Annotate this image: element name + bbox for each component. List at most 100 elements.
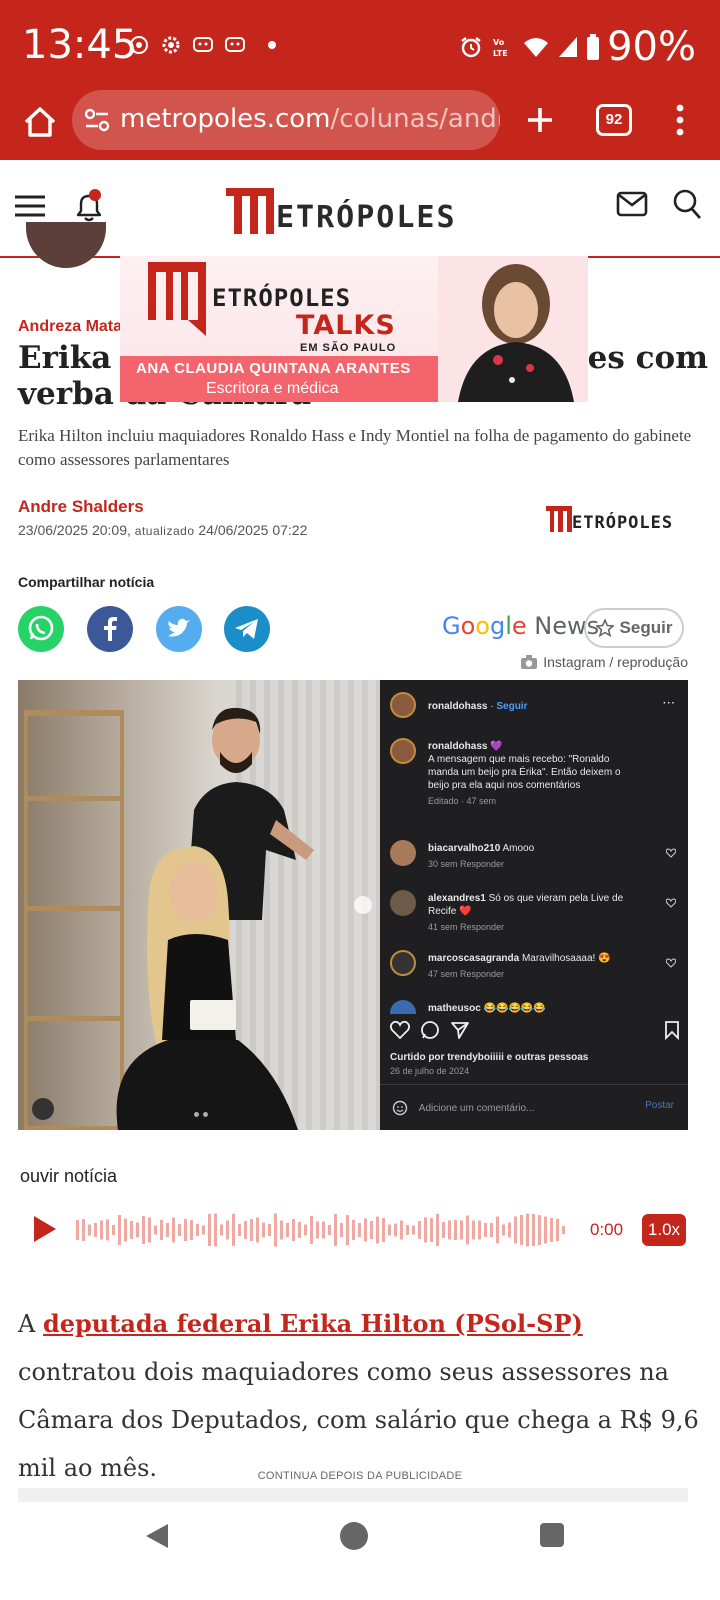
site-settings-icon[interactable] <box>84 108 110 132</box>
author-name[interactable]: Andre Shalders <box>18 497 144 517</box>
ig-more-icon: ··· <box>663 698 676 709</box>
waveform-bar <box>556 1219 559 1241</box>
ig-comment-meta: 47 sem Responder <box>428 969 505 979</box>
wifi-icon <box>524 38 549 57</box>
carousel-dots <box>194 1112 208 1117</box>
waveform-bar <box>118 1215 121 1245</box>
share-facebook-button[interactable] <box>87 606 133 652</box>
browser-menu-icon[interactable] <box>672 100 688 140</box>
twitter-icon <box>156 606 202 652</box>
ig-comment-avatar <box>390 1000 416 1014</box>
waveform-bar <box>424 1217 427 1243</box>
article-photo[interactable]: ronaldohass · Seguir ··· ronaldohass 💜 A… <box>18 680 688 1130</box>
waveform-bar <box>520 1215 523 1245</box>
mail-icon[interactable] <box>616 190 648 218</box>
back-icon[interactable] <box>144 1522 170 1550</box>
search-icon[interactable] <box>672 188 702 220</box>
playback-speed-button[interactable]: 1.0x <box>642 1214 686 1246</box>
carousel-next-icon[interactable] <box>354 896 372 914</box>
column-kicker[interactable]: Andreza Mata <box>18 318 122 336</box>
audio-waveform[interactable] <box>76 1212 572 1248</box>
waveform-bar <box>316 1221 319 1239</box>
ad-title: ETRÓPOLES <box>212 284 352 312</box>
updated-date: 24/06/2025 07:22 <box>198 522 308 538</box>
notifications-bell-icon[interactable] <box>72 188 106 224</box>
waveform-bar <box>310 1216 313 1244</box>
waveform-bar <box>274 1213 277 1247</box>
waveform-bar <box>334 1214 337 1246</box>
waveform-bar <box>412 1225 415 1235</box>
waveform-bar <box>340 1223 343 1237</box>
ig-caption-text: A mensagem que mais recebo: "Ronaldo man… <box>428 754 621 791</box>
heart-icon <box>666 848 676 858</box>
waveform-bar <box>262 1222 265 1238</box>
heart-icon <box>666 898 676 908</box>
ig-follow: Seguir <box>496 701 528 712</box>
body-link[interactable]: deputada federal Erika Hilton (PSol-SP) <box>43 1309 583 1338</box>
tab-switcher-button[interactable]: 92 <box>596 104 632 136</box>
share-whatsapp-button[interactable] <box>18 606 64 652</box>
tagged-person-icon[interactable] <box>32 1098 54 1120</box>
waveform-bar <box>202 1225 205 1235</box>
google-news-logo[interactable]: Google News <box>442 612 599 640</box>
address-bar[interactable]: metropoles.com/colunas/andreza <box>72 90 500 150</box>
ig-likes: Curtido por trendyboiiiii e outras pesso… <box>390 1052 680 1076</box>
play-icon[interactable] <box>32 1214 58 1244</box>
ad-banner[interactable]: ETRÓPOLES TALKS EM SÃO PAULO ANA CLAUDIA… <box>120 256 588 402</box>
shelf-board <box>28 796 120 801</box>
hamburger-menu-icon[interactable] <box>14 194 46 218</box>
ad-metropoles-logo-icon <box>148 262 206 336</box>
ig-liked-by: Curtido por trendyboiiiii e outras pesso… <box>390 1052 589 1063</box>
waveform-bar <box>382 1218 385 1242</box>
waveform-bar <box>196 1224 199 1236</box>
waveform-bar <box>454 1220 457 1240</box>
star-icon <box>595 619 614 637</box>
whatsapp-icon <box>18 606 64 652</box>
emoji-icon <box>392 1100 408 1116</box>
waveform-bar <box>466 1215 469 1245</box>
ig-comment-box: Adicione um comentário... <box>392 1100 682 1116</box>
audio-label: ouvir notícia <box>20 1166 118 1186</box>
follow-google-news-button[interactable]: Seguir <box>584 608 684 648</box>
waveform-bar <box>280 1220 283 1240</box>
metropoles-m-small-icon <box>546 506 572 532</box>
waveform-bar <box>94 1223 97 1237</box>
share-twitter-button[interactable] <box>156 606 202 652</box>
ig-comment-avatar <box>390 950 416 976</box>
new-tab-icon[interactable] <box>520 100 560 140</box>
home-icon[interactable] <box>20 102 60 142</box>
share-icon <box>451 1022 469 1039</box>
more-notifications-dot <box>268 41 276 49</box>
waveform-bar <box>496 1216 499 1244</box>
gn-g: G <box>442 612 461 640</box>
audio-time: 0:00 <box>590 1220 624 1239</box>
ig-avatar <box>390 738 416 764</box>
waveform-bar <box>238 1224 241 1236</box>
metropoles-logo[interactable]: ETRÓPOLES <box>226 184 457 234</box>
system-icons: Vo LTE 90% <box>459 24 696 70</box>
system-navigation-bar <box>0 1502 720 1600</box>
ig-divider <box>380 1084 688 1085</box>
signal-icon <box>559 37 578 57</box>
notification-icons <box>128 34 276 56</box>
comment-icon <box>421 1021 439 1039</box>
share-telegram-button[interactable] <box>224 606 270 652</box>
waveform-bar <box>442 1222 445 1238</box>
metropoles-m-logo-icon <box>226 188 274 234</box>
url-text: metropoles.com/colunas/andreza <box>120 104 500 134</box>
waveform-bar <box>418 1221 421 1239</box>
waveform-bar <box>214 1213 217 1247</box>
ig-caption-user: ronaldohass 💜 <box>428 741 503 752</box>
photo-scene <box>18 680 380 1130</box>
ig-comment-avatar <box>390 840 416 866</box>
ad-location: EM SÃO PAULO <box>300 342 397 354</box>
home-nav-icon[interactable] <box>340 1522 368 1550</box>
ad-person-role: Escritora e médica <box>206 380 339 397</box>
svg-text:Vo: Vo <box>493 38 505 47</box>
status-time: 13:45 <box>22 22 138 68</box>
ig-comment-user: alexandres1 <box>428 893 486 904</box>
recents-icon[interactable] <box>540 1523 564 1547</box>
ig-comment-text: 😂😂😂😂😂 <box>483 1003 546 1014</box>
waveform-bar <box>562 1226 565 1234</box>
article-dates: 23/06/2025 20:09, atualizado 24/06/2025 … <box>18 522 307 538</box>
